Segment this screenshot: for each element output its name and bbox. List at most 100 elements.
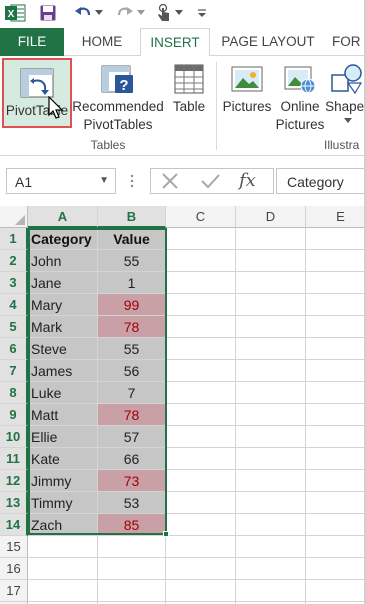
row-header-6[interactable]: 6 xyxy=(0,338,28,360)
name-box-dropdown-icon[interactable]: ▼ xyxy=(99,175,109,186)
insert-function-icon[interactable]: fx xyxy=(239,169,256,193)
cell-c4[interactable] xyxy=(166,294,236,316)
row-header-17[interactable]: 17 xyxy=(0,580,28,602)
cell-a14[interactable]: Zach xyxy=(28,514,98,536)
cell-b10[interactable]: 57 xyxy=(98,426,166,448)
cell-b5[interactable]: 78 xyxy=(98,316,166,338)
cell-e2[interactable] xyxy=(306,250,366,272)
fill-handle[interactable] xyxy=(163,531,169,537)
cell-b8[interactable]: 7 xyxy=(98,382,166,404)
row-header-5[interactable]: 5 xyxy=(0,316,28,338)
cell-c14[interactable] xyxy=(166,514,236,536)
cell-d10[interactable] xyxy=(236,426,306,448)
row-header-11[interactable]: 11 xyxy=(0,448,28,470)
cell-c11[interactable] xyxy=(166,448,236,470)
cell-d7[interactable] xyxy=(236,360,306,382)
cell-d9[interactable] xyxy=(236,404,306,426)
save-icon[interactable] xyxy=(38,3,58,23)
cell-c13[interactable] xyxy=(166,492,236,514)
row-header-4[interactable]: 4 xyxy=(0,294,28,316)
cell-b9[interactable]: 78 xyxy=(98,404,166,426)
row-header-15[interactable]: 15 xyxy=(0,536,28,558)
cell-d12[interactable] xyxy=(236,470,306,492)
cell-c10[interactable] xyxy=(166,426,236,448)
cell-e1[interactable] xyxy=(306,228,366,250)
touch-mode-dropdown-icon[interactable] xyxy=(174,3,184,23)
cell-e14[interactable] xyxy=(306,514,366,536)
cell-b2[interactable]: 55 xyxy=(98,250,166,272)
cell-d8[interactable] xyxy=(236,382,306,404)
cell-a10[interactable]: Ellie xyxy=(28,426,98,448)
cell-c8[interactable] xyxy=(166,382,236,404)
cell-b3[interactable]: 1 xyxy=(98,272,166,294)
cell-d1[interactable] xyxy=(236,228,306,250)
cell-d16[interactable] xyxy=(236,558,306,580)
cell-e12[interactable] xyxy=(306,470,366,492)
cell-b12[interactable]: 73 xyxy=(98,470,166,492)
worksheet-grid[interactable]: ABCDE 1 Category Value 2 John 55 3 Jane 1 4 Mary 99… xyxy=(0,206,366,604)
cell-c16[interactable] xyxy=(166,558,236,580)
cell-b11[interactable]: 66 xyxy=(98,448,166,470)
cell-e17[interactable] xyxy=(306,580,366,602)
row-header-7[interactable]: 7 xyxy=(0,360,28,382)
row-header-14[interactable]: 14 xyxy=(0,514,28,536)
cell-b4[interactable]: 99 xyxy=(98,294,166,316)
row-header-12[interactable]: 12 xyxy=(0,470,28,492)
cell-e9[interactable] xyxy=(306,404,366,426)
row-header-3[interactable]: 3 xyxy=(0,272,28,294)
cell-c3[interactable] xyxy=(166,272,236,294)
cell-c7[interactable] xyxy=(166,360,236,382)
online-pictures-button[interactable]: Online Pictures xyxy=(274,60,326,134)
cell-a16[interactable] xyxy=(28,558,98,580)
row-header-16[interactable]: 16 xyxy=(0,558,28,580)
cell-d17[interactable] xyxy=(236,580,306,602)
cell-e16[interactable] xyxy=(306,558,366,580)
cell-a2[interactable]: John xyxy=(28,250,98,272)
enter-check-icon[interactable] xyxy=(199,172,221,190)
pivottable-button[interactable]: PivotTable xyxy=(2,58,72,128)
row-header-8[interactable]: 8 xyxy=(0,382,28,404)
column-header-a[interactable]: A xyxy=(28,206,98,228)
shapes-button[interactable]: Shapes xyxy=(324,60,366,124)
cell-a12[interactable]: Jimmy xyxy=(28,470,98,492)
cell-a3[interactable]: Jane xyxy=(28,272,98,294)
cell-c9[interactable] xyxy=(166,404,236,426)
formula-input[interactable]: Category xyxy=(276,168,366,194)
cell-c1[interactable] xyxy=(166,228,236,250)
row-header-13[interactable]: 13 xyxy=(0,492,28,514)
cell-d14[interactable] xyxy=(236,514,306,536)
cell-b14[interactable]: 85 xyxy=(98,514,166,536)
cell-a5[interactable]: Mark xyxy=(28,316,98,338)
touch-mode-icon[interactable] xyxy=(154,3,174,23)
cell-c6[interactable] xyxy=(166,338,236,360)
cell-d11[interactable] xyxy=(236,448,306,470)
cell-e13[interactable] xyxy=(306,492,366,514)
cell-e6[interactable] xyxy=(306,338,366,360)
cell-a1[interactable]: Category xyxy=(28,228,98,250)
cell-e15[interactable] xyxy=(306,536,366,558)
cell-a11[interactable]: Kate xyxy=(28,448,98,470)
cell-e5[interactable] xyxy=(306,316,366,338)
cell-d2[interactable] xyxy=(236,250,306,272)
tab-home[interactable]: HOME xyxy=(70,28,134,56)
cell-a13[interactable]: Timmy xyxy=(28,492,98,514)
cell-e4[interactable] xyxy=(306,294,366,316)
row-header-10[interactable]: 10 xyxy=(0,426,28,448)
cell-c12[interactable] xyxy=(166,470,236,492)
cell-b17[interactable] xyxy=(98,580,166,602)
cell-b7[interactable]: 56 xyxy=(98,360,166,382)
cell-c17[interactable] xyxy=(166,580,236,602)
column-header-b[interactable]: B xyxy=(98,206,166,228)
cell-a4[interactable]: Mary xyxy=(28,294,98,316)
cell-d15[interactable] xyxy=(236,536,306,558)
cell-d3[interactable] xyxy=(236,272,306,294)
cell-d4[interactable] xyxy=(236,294,306,316)
recommended-pivottables-button[interactable]: ? Recommended PivotTables xyxy=(72,60,164,134)
undo-dropdown-icon[interactable] xyxy=(94,3,104,23)
cell-b16[interactable] xyxy=(98,558,166,580)
cell-a7[interactable]: James xyxy=(28,360,98,382)
cell-c2[interactable] xyxy=(166,250,236,272)
select-all-button[interactable] xyxy=(0,206,28,228)
pictures-button[interactable]: Pictures xyxy=(222,60,272,116)
cell-d6[interactable] xyxy=(236,338,306,360)
